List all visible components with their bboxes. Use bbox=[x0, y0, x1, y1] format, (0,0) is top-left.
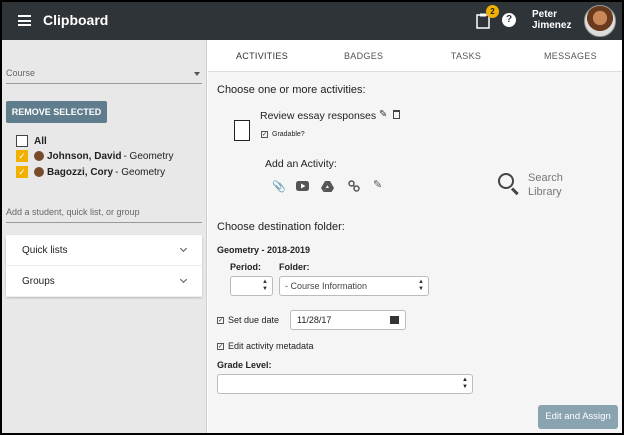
user-last-name: Jimenez bbox=[532, 20, 572, 31]
add-student-input[interactable]: Add a student, quick list, or group bbox=[6, 207, 202, 223]
notification-badge: 2 bbox=[486, 5, 499, 18]
search-library-button[interactable]: Search Library bbox=[498, 171, 578, 201]
tab-messages[interactable]: MESSAGES bbox=[544, 40, 597, 72]
gradable-row[interactable]: ✓ Gradable? bbox=[261, 131, 305, 138]
app-window: Clipboard 2 ? Peter Jimenez Course REMOV… bbox=[2, 2, 622, 433]
select-arrows-icon: ▲ ▼ bbox=[462, 377, 468, 390]
period-label: Period: bbox=[230, 262, 262, 272]
caret-down-icon bbox=[194, 72, 200, 76]
student-row[interactable]: ✓ Bagozzi, Cory - Geometry bbox=[16, 165, 165, 179]
due-date-value: 11/28/17 bbox=[297, 315, 332, 325]
search-icon bbox=[498, 173, 514, 189]
period-select[interactable]: ▲ ▼ bbox=[230, 276, 273, 296]
edit-metadata-label: Edit activity metadata bbox=[228, 341, 314, 351]
course-select[interactable]: Course bbox=[6, 68, 202, 84]
gradable-label: Gradable? bbox=[272, 131, 305, 138]
grade-level-select[interactable]: ▲ ▼ bbox=[217, 374, 473, 394]
select-arrows-icon: ▲ ▼ bbox=[418, 279, 424, 292]
hamburger-icon[interactable] bbox=[18, 15, 31, 26]
student-name: Johnson, David bbox=[47, 150, 122, 162]
tab-badges[interactable]: BADGES bbox=[344, 40, 383, 72]
edit-and-assign-button[interactable]: Edit and Assign bbox=[538, 405, 618, 429]
student-course: - Geometry bbox=[115, 166, 166, 178]
avatar[interactable] bbox=[584, 5, 616, 37]
folder-select[interactable]: - Course Information ▲ ▼ bbox=[279, 276, 429, 296]
course-select-placeholder: Course bbox=[6, 68, 36, 78]
add-activity-label: Add an Activity: bbox=[265, 158, 337, 170]
set-due-date-label: Set due date bbox=[228, 315, 280, 325]
folder-value: - Course Information bbox=[285, 281, 368, 291]
tab-tasks[interactable]: TASKS bbox=[450, 40, 482, 72]
student-checkbox[interactable]: ✓ bbox=[16, 166, 28, 178]
calendar-icon[interactable] bbox=[390, 316, 399, 324]
paperclip-icon[interactable]: 📎 bbox=[272, 180, 286, 193]
destination-title: Choose destination folder: bbox=[217, 221, 345, 233]
quick-lists-label: Quick lists bbox=[22, 245, 68, 256]
groups-toggle[interactable]: Groups bbox=[6, 266, 202, 297]
select-all-checkbox[interactable] bbox=[16, 135, 28, 147]
student-name: Bagozzi, Cory bbox=[47, 166, 114, 178]
trash-icon[interactable] bbox=[393, 110, 400, 119]
set-due-date-row[interactable]: ✓ Set due date bbox=[217, 315, 279, 325]
select-all-row[interactable]: All bbox=[16, 134, 49, 148]
select-arrows-icon: ▲ ▼ bbox=[262, 279, 268, 292]
pencil-icon[interactable]: ✎ bbox=[373, 178, 382, 191]
quick-lists-toggle[interactable]: Quick lists bbox=[6, 235, 202, 266]
user-first-name: Peter bbox=[532, 9, 558, 20]
due-date-input[interactable]: 11/28/17 bbox=[290, 310, 406, 330]
remove-selected-button[interactable]: REMOVE SELECTED bbox=[6, 101, 107, 123]
user-name[interactable]: Peter Jimenez bbox=[532, 9, 571, 31]
top-bar: Clipboard 2 ? Peter Jimenez bbox=[2, 2, 622, 40]
choose-activities-title: Choose one or more activities: bbox=[217, 84, 366, 96]
set-due-date-checkbox[interactable]: ✓ bbox=[217, 316, 224, 324]
main-panel: ACTIVITIES BADGES TASKS MESSAGES Choose … bbox=[208, 40, 622, 433]
youtube-icon[interactable] bbox=[296, 181, 309, 191]
student-row[interactable]: ✓ Johnson, David - Geometry bbox=[16, 149, 173, 163]
tab-activities[interactable]: ACTIVITIES bbox=[236, 40, 288, 72]
activity-name[interactable]: Review essay responses bbox=[260, 110, 376, 122]
edit-metadata-row[interactable]: ✓ Edit activity metadata bbox=[217, 341, 314, 351]
folder-label: Folder: bbox=[279, 262, 310, 272]
tab-bar: ACTIVITIES BADGES TASKS MESSAGES bbox=[208, 40, 622, 72]
help-icon[interactable]: ? bbox=[502, 13, 516, 27]
link-icon[interactable] bbox=[348, 180, 360, 192]
course-heading: Geometry - 2018-2019 bbox=[217, 245, 311, 255]
select-all-label: All bbox=[34, 135, 47, 147]
document-icon bbox=[234, 120, 250, 141]
edit-metadata-checkbox[interactable]: ✓ bbox=[217, 342, 224, 350]
student-avatar bbox=[34, 151, 44, 161]
student-course: - Geometry bbox=[123, 150, 174, 162]
gradable-checkbox[interactable]: ✓ bbox=[261, 131, 268, 138]
grade-level-label: Grade Level: bbox=[217, 360, 272, 370]
google-drive-icon[interactable] bbox=[321, 181, 334, 192]
sidebar-accordion: Quick lists Groups bbox=[6, 235, 202, 297]
student-avatar bbox=[34, 167, 44, 177]
app-title: Clipboard bbox=[43, 12, 109, 28]
search-library-label: Search Library bbox=[528, 171, 563, 199]
activities-content: Choose one or more activities: Review es… bbox=[208, 72, 622, 433]
chevron-down-icon bbox=[179, 244, 188, 253]
groups-label: Groups bbox=[22, 276, 55, 287]
chevron-down-icon bbox=[179, 275, 188, 284]
search-library-line1: Search bbox=[528, 172, 563, 184]
edit-pencil-icon[interactable]: ✎ bbox=[379, 109, 387, 120]
search-library-line2: Library bbox=[528, 186, 562, 198]
student-checkbox[interactable]: ✓ bbox=[16, 150, 28, 162]
sidebar: Course REMOVE SELECTED All ✓ Johnson, Da… bbox=[2, 40, 207, 433]
